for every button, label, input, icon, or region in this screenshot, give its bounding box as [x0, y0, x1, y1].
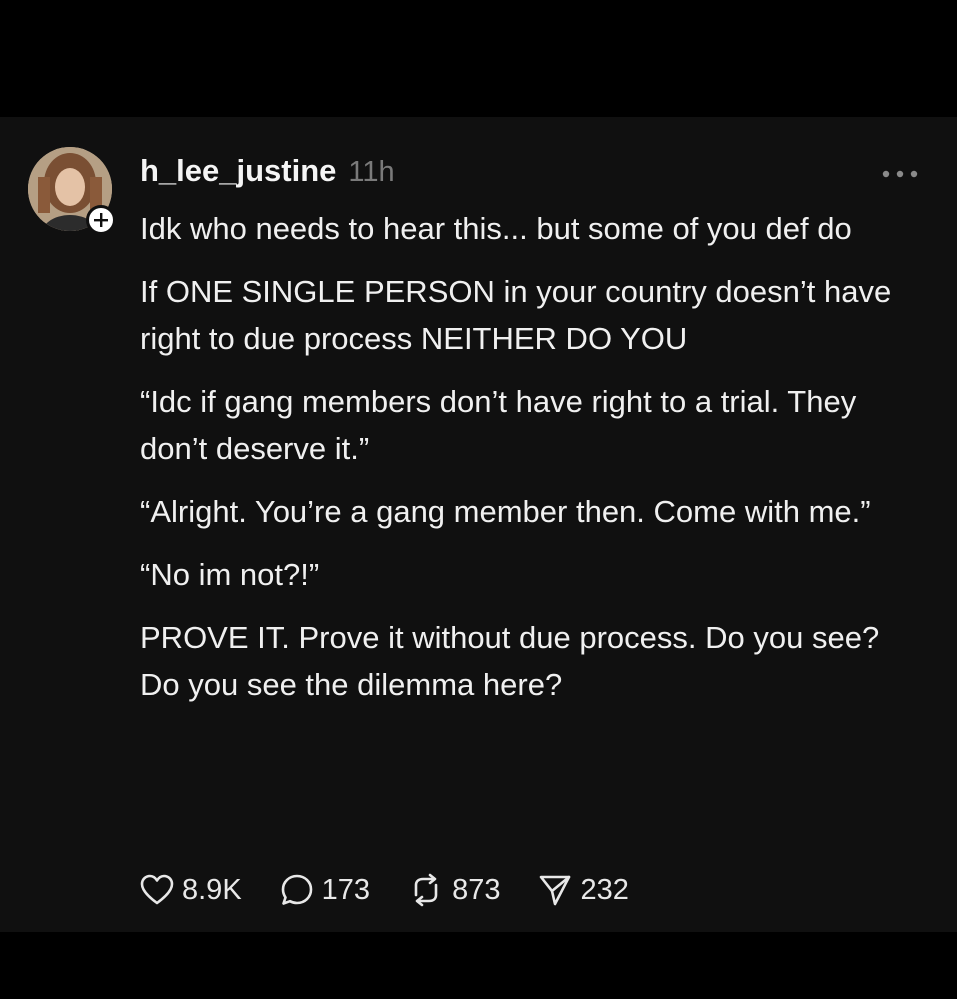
follow-button[interactable] — [86, 205, 116, 235]
repost-button[interactable]: 873 — [408, 873, 500, 907]
post-paragraph: If ONE SINGLE PERSON in your country doe… — [140, 274, 892, 356]
send-icon — [540, 875, 571, 906]
heart-icon — [140, 874, 174, 905]
more-icon[interactable] — [880, 167, 920, 181]
post-paragraph: “No im not?!” — [140, 557, 320, 592]
like-button[interactable]: 8.9K — [140, 874, 242, 907]
reply-button[interactable]: 173 — [280, 873, 370, 907]
share-count: 232 — [580, 873, 629, 906]
plus-icon — [94, 213, 108, 227]
repost-count: 873 — [452, 873, 501, 906]
post-paragraph: Idk who needs to hear this... but some o… — [140, 211, 852, 246]
reply-count: 173 — [321, 873, 371, 906]
share-button[interactable]: 232 — [538, 873, 629, 907]
post-paragraph: “Alright. You’re a gang member then. Com… — [140, 494, 871, 529]
action-bar: 8.9K 173 873 232 — [140, 870, 667, 910]
post-header: h_lee_justine 11h — [140, 153, 395, 189]
post-paragraph: “Idc if gang members don’t have right to… — [140, 384, 857, 466]
username[interactable]: h_lee_justine — [140, 153, 336, 189]
timestamp: 11h — [348, 156, 395, 188]
avatar-container[interactable] — [28, 147, 116, 235]
post-body: Idk who needs to hear this... but some o… — [140, 205, 920, 724]
speech-bubble-icon — [281, 874, 312, 905]
thread-post: h_lee_justine 11h Idk who needs to hear … — [0, 117, 957, 932]
post-paragraph: PROVE IT. Prove it without due process. … — [140, 620, 880, 702]
repost-icon — [414, 873, 438, 907]
like-count: 8.9K — [182, 873, 242, 906]
